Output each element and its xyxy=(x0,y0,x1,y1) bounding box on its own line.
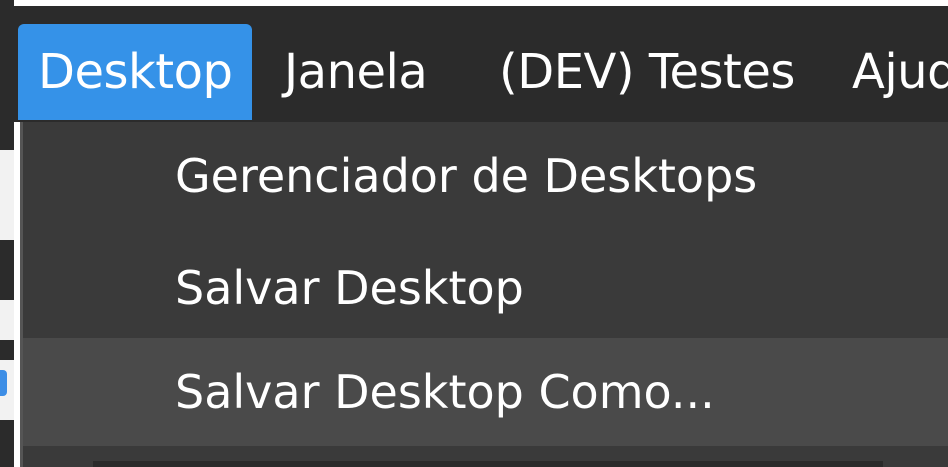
background-panel xyxy=(0,300,14,340)
screen: Desktop Janela (DEV) Testes Ajud Gerenci… xyxy=(0,0,948,467)
menu-item-gerenciador-de-desktops[interactable]: Gerenciador de Desktops xyxy=(23,122,948,230)
background-panel xyxy=(0,150,14,240)
menu-desktop[interactable]: Desktop xyxy=(18,24,253,120)
menu-bar: Desktop Janela (DEV) Testes Ajud xyxy=(14,0,948,122)
background-window-edge xyxy=(0,0,14,467)
menu-ajuda[interactable]: Ajud xyxy=(852,24,948,120)
menu-dev-testes[interactable]: (DEV) Testes xyxy=(499,24,795,120)
background-indicator xyxy=(0,370,7,396)
menu-janela[interactable]: Janela xyxy=(284,24,428,120)
desktop-dropdown-menu: Gerenciador de Desktops Salvar Desktop S… xyxy=(20,122,948,467)
dropdown-divider xyxy=(93,461,883,467)
menu-item-salvar-desktop[interactable]: Salvar Desktop xyxy=(23,234,948,342)
menu-item-salvar-desktop-como[interactable]: Salvar Desktop Como... xyxy=(23,338,948,446)
